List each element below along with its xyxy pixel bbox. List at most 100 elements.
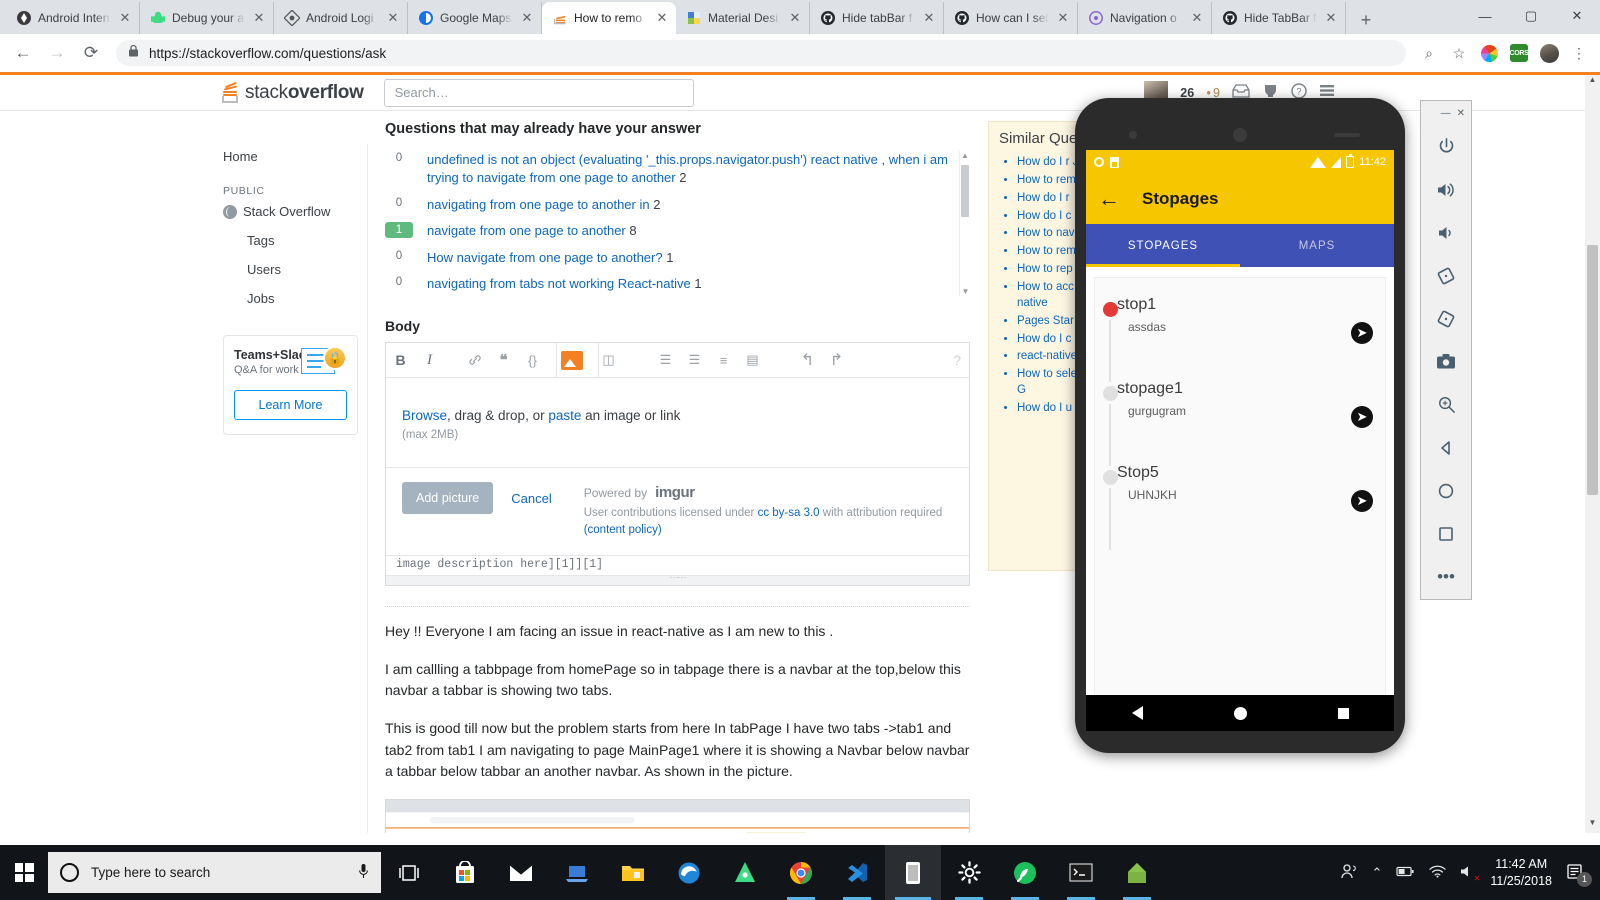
back-arrow-icon[interactable]: ← bbox=[1098, 188, 1120, 210]
wifi-icon[interactable] bbox=[1429, 865, 1446, 881]
home-app-icon[interactable] bbox=[1109, 845, 1165, 900]
minimize-button[interactable]: — bbox=[1462, 0, 1508, 32]
zoom-icon[interactable] bbox=[1426, 383, 1466, 426]
reload-icon[interactable]: ⟳ bbox=[76, 38, 106, 68]
remote-desktop-icon[interactable] bbox=[549, 845, 605, 900]
close-tab-icon[interactable]: ✕ bbox=[1323, 10, 1339, 26]
code-icon[interactable]: {} bbox=[520, 348, 545, 373]
italic-icon[interactable]: I bbox=[417, 348, 442, 373]
scrollbar-thumb[interactable] bbox=[961, 165, 969, 217]
sidebar-item-tags[interactable]: Tags bbox=[223, 226, 367, 255]
scrollbar-thumb[interactable] bbox=[1587, 245, 1598, 495]
bookmark-star-icon[interactable]: ☆ bbox=[1446, 40, 1472, 66]
image-dropzone[interactable]: Browse, drag & drop, or paste an image o… bbox=[386, 378, 969, 468]
tab-stopages[interactable]: STOPAGES bbox=[1086, 224, 1240, 267]
learn-more-button[interactable]: Learn More bbox=[234, 390, 347, 420]
navigate-compass-icon[interactable]: ➤ bbox=[1351, 406, 1373, 428]
undo-icon[interactable]: ↰ bbox=[795, 348, 820, 373]
editor-resize-handle[interactable] bbox=[386, 575, 969, 585]
question-link[interactable]: navigating from tabs not working React-n… bbox=[427, 276, 691, 291]
navigate-compass-icon[interactable]: ➤ bbox=[1351, 490, 1373, 512]
close-tab-icon[interactable]: ✕ bbox=[921, 10, 937, 26]
browser-tab[interactable]: Android Inten ✕ bbox=[6, 2, 140, 34]
overview-square-icon[interactable] bbox=[1338, 708, 1349, 719]
question-link[interactable]: How navigate from one page to another? bbox=[427, 250, 663, 265]
list-item[interactable]: stopage1 gurgugram ➤ bbox=[1095, 380, 1385, 464]
settings-gear-icon[interactable] bbox=[941, 845, 997, 900]
close-tab-icon[interactable]: ✕ bbox=[1189, 10, 1205, 26]
postman-icon[interactable] bbox=[997, 845, 1053, 900]
back-triangle-icon[interactable] bbox=[1132, 706, 1143, 720]
overview-icon[interactable] bbox=[1426, 512, 1466, 555]
license-link[interactable]: cc by-sa 3.0 bbox=[758, 507, 820, 519]
color-wheel-extension-icon[interactable] bbox=[1476, 40, 1502, 66]
file-explorer-icon[interactable] bbox=[605, 845, 661, 900]
close-tab-icon[interactable]: ✕ bbox=[251, 10, 267, 26]
zoom-out-icon[interactable]: ⌕ bbox=[1416, 40, 1442, 66]
browser-tab[interactable]: Material Desi ✕ bbox=[676, 2, 810, 34]
emulator-minimize-button[interactable]: — bbox=[1441, 108, 1451, 119]
emulator-close-button[interactable]: ✕ bbox=[1457, 108, 1465, 119]
people-icon[interactable] bbox=[1340, 863, 1357, 883]
sidebar-item-jobs[interactable]: Jobs bbox=[223, 284, 367, 313]
scroll-up-icon[interactable]: ▲ bbox=[1585, 75, 1600, 90]
rotate-right-icon[interactable] bbox=[1426, 297, 1466, 340]
close-tab-icon[interactable]: ✕ bbox=[654, 10, 670, 26]
list-item[interactable]: 0 navigating from one page to another in… bbox=[385, 196, 952, 214]
image-icon[interactable] bbox=[559, 348, 584, 373]
add-picture-button[interactable]: Add picture bbox=[402, 482, 493, 514]
vs-code-icon[interactable] bbox=[829, 845, 885, 900]
redo-icon[interactable]: ↱ bbox=[824, 348, 849, 373]
list-item[interactable]: 0 How navigate from one page to another?… bbox=[385, 249, 952, 267]
task-view-icon[interactable] bbox=[381, 845, 437, 900]
close-tab-icon[interactable]: ✕ bbox=[787, 10, 803, 26]
scroll-up-icon[interactable]: ▲ bbox=[960, 151, 970, 160]
content-policy-link[interactable]: (content policy) bbox=[584, 524, 662, 536]
list-item[interactable]: stop1 assdas ➤ bbox=[1095, 296, 1385, 380]
cors-extension-icon[interactable]: CORS bbox=[1506, 40, 1532, 66]
volume-muted-icon[interactable] bbox=[1460, 865, 1476, 881]
forward-icon[interactable]: → bbox=[42, 38, 72, 68]
maximize-button[interactable]: ▢ bbox=[1508, 0, 1554, 32]
link-icon[interactable] bbox=[462, 348, 487, 373]
scroll-down-icon[interactable]: ▼ bbox=[1585, 818, 1600, 833]
action-center-icon[interactable]: 1 bbox=[1566, 863, 1586, 883]
show-hidden-icons-icon[interactable]: ⌃ bbox=[1371, 865, 1382, 881]
home-icon[interactable] bbox=[1426, 469, 1466, 512]
browse-link[interactable]: Browse bbox=[402, 408, 447, 423]
list-item[interactable]: 0 undefined is not an object (evaluating… bbox=[385, 151, 952, 188]
quote-icon[interactable]: ❝ bbox=[491, 348, 516, 373]
windows-start-icon[interactable] bbox=[0, 845, 48, 900]
browser-tab[interactable]: Hide TabBar f ✕ bbox=[1212, 2, 1346, 34]
search-input[interactable]: Type here to search bbox=[48, 852, 381, 893]
google-chrome-icon[interactable] bbox=[773, 845, 829, 900]
command-prompt-icon[interactable] bbox=[1053, 845, 1109, 900]
browser-tab[interactable]: Android Logi ✕ bbox=[274, 2, 408, 34]
close-tab-icon[interactable]: ✕ bbox=[519, 10, 535, 26]
scroll-down-icon[interactable]: ▼ bbox=[960, 287, 970, 296]
teams-slack-ad[interactable]: 🔒 Teams+Slack Q&A for work Learn More bbox=[223, 335, 358, 435]
question-link[interactable]: navigate from one page to another bbox=[427, 223, 626, 238]
paste-link[interactable]: paste bbox=[548, 408, 581, 423]
address-bar[interactable]: https://stackoverflow.com/questions/ask bbox=[116, 40, 1406, 66]
browser-tab[interactable]: Debug your a ✕ bbox=[140, 2, 274, 34]
power-icon[interactable] bbox=[1426, 125, 1466, 168]
tab-maps[interactable]: MAPS bbox=[1240, 224, 1394, 267]
close-tab-icon[interactable]: ✕ bbox=[1055, 10, 1071, 26]
profile-avatar-icon[interactable] bbox=[1536, 40, 1562, 66]
list-item[interactable]: Stop5 UHNJKH ➤ bbox=[1095, 464, 1385, 548]
document-icon[interactable]: ◫ bbox=[596, 348, 621, 373]
browser-tab[interactable]: Navigation o ✕ bbox=[1078, 2, 1212, 34]
new-tab-button[interactable]: + bbox=[1352, 6, 1380, 34]
taskbar-clock[interactable]: 11:42 AM 11/25/2018 bbox=[1490, 856, 1552, 890]
volume-up-icon[interactable] bbox=[1426, 168, 1466, 211]
microsoft-store-icon[interactable] bbox=[437, 845, 493, 900]
browser-tab[interactable]: Google Maps ✕ bbox=[408, 2, 542, 34]
browser-tab[interactable]: Hide tabBar f ✕ bbox=[810, 2, 944, 34]
screenshot-camera-icon[interactable] bbox=[1426, 340, 1466, 383]
stackoverflow-logo[interactable]: stackoverflow bbox=[222, 82, 364, 104]
question-link[interactable]: undefined is not an object (evaluating '… bbox=[427, 152, 948, 185]
android-studio-icon[interactable] bbox=[717, 845, 773, 900]
microsoft-edge-icon[interactable] bbox=[661, 845, 717, 900]
search-input[interactable]: Search… bbox=[384, 79, 694, 107]
